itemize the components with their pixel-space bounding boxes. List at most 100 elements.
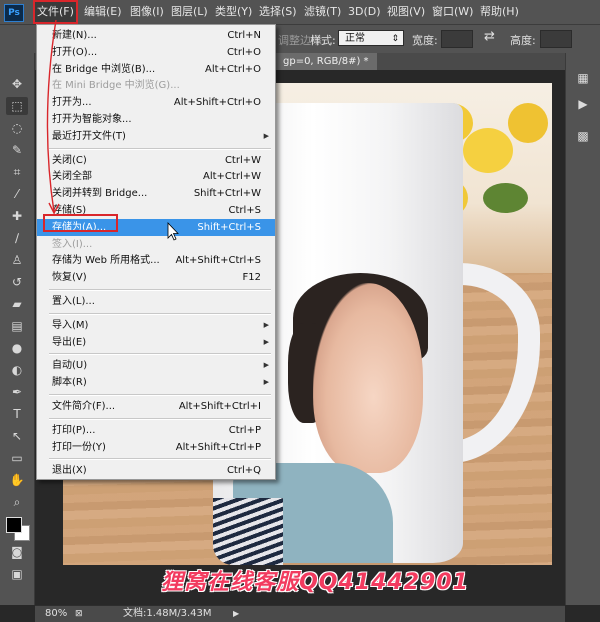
eraser-tool-icon[interactable]: ▰ <box>6 295 28 313</box>
height-label: 高度: <box>510 34 536 47</box>
menu-item-label: 自动(U) <box>52 360 88 372</box>
path-select-tool-icon[interactable]: ↖ <box>6 427 28 445</box>
file-menu-item[interactable]: 恢复(V) F12 <box>37 269 275 286</box>
file-menu-item[interactable]: 在 Bridge 中浏览(B)... Alt+Ctrl+O <box>37 61 275 78</box>
brush-tool-icon[interactable]: ∕ <box>6 229 28 247</box>
status-menu-arrow-icon[interactable]: ▶ <box>233 606 239 622</box>
status-icon: ⊠ <box>75 609 83 619</box>
history-brush-tool-icon[interactable]: ↺ <box>6 273 28 291</box>
file-menu-item[interactable]: 新建(N)... Ctrl+N <box>37 27 275 44</box>
swap-icon[interactable]: ⇄ <box>484 29 495 44</box>
document-tab[interactable]: gp=0, RGB/8#) * <box>275 53 377 70</box>
menu-separator <box>49 289 271 291</box>
file-menu-item: 签入(I)... <box>37 236 275 253</box>
menu-separator <box>49 147 271 150</box>
actions-panel-icon[interactable]: ▶ <box>574 95 592 113</box>
file-menu-item[interactable]: 自动(U) ▶ <box>37 357 275 374</box>
menu-3d[interactable]: 3D(D) <box>344 0 385 24</box>
file-menu-dropdown: 新建(N)... Ctrl+N 打开(O)... Ctrl+O 在 Bridge 中浏览… <box>36 24 276 480</box>
menu-filter[interactable]: 滤镜(T) <box>300 0 345 24</box>
height-field[interactable] <box>540 30 572 48</box>
menu-separator <box>49 417 271 420</box>
file-menu-item[interactable]: 退出(X) Ctrl+Q <box>37 462 275 479</box>
file-menu-item[interactable]: 最近打开文件(T) ▶ <box>37 128 275 145</box>
portrait-face <box>313 283 423 473</box>
file-menu-item[interactable]: 打印一份(Y) Alt+Shift+Ctrl+P <box>37 439 275 456</box>
document-info: 文档:1.48M/3.43M <box>123 608 212 619</box>
zoom-tool-icon[interactable]: ⌕ <box>6 493 28 511</box>
quick-select-tool-icon[interactable]: ✎ <box>6 141 28 159</box>
history-panel-icon[interactable]: ▦ <box>574 69 592 87</box>
healing-brush-tool-icon[interactable]: ✚ <box>6 207 28 225</box>
menu-item-label: 文件简介(F)... <box>52 401 116 412</box>
marquee-tool-icon[interactable]: ⬚ <box>6 97 28 115</box>
foreground-color-swatch[interactable] <box>6 517 22 533</box>
hand-tool-icon[interactable]: ✋ <box>6 471 28 489</box>
eyedropper-tool-icon[interactable]: ⁄ <box>6 185 28 203</box>
menu-view[interactable]: 视图(V) <box>383 0 429 24</box>
menu-item-label: 退出(X) <box>52 465 87 477</box>
menu-item-shortcut: Ctrl+O <box>226 46 261 58</box>
clone-stamp-tool-icon[interactable]: ♙ <box>6 251 28 269</box>
menu-item-label: 导出(E) <box>52 336 87 348</box>
quick-mask-icon[interactable]: ◙ <box>6 543 28 561</box>
shape-tool-icon[interactable]: ▭ <box>6 449 28 467</box>
menu-edit[interactable]: 编辑(E) <box>80 0 126 24</box>
photoshop-logo: Ps <box>4 4 24 22</box>
width-field[interactable] <box>441 30 473 48</box>
width-label: 宽度: <box>412 34 438 47</box>
move-tool-icon[interactable]: ✥ <box>6 75 28 93</box>
file-menu-item[interactable]: 打开为智能对象... <box>37 111 275 128</box>
crop-tool-icon[interactable]: ⌗ <box>6 163 28 181</box>
gradient-tool-icon[interactable]: ▤ <box>6 317 28 335</box>
file-menu-item[interactable]: 打开(O)... Ctrl+O <box>37 44 275 61</box>
file-menu-item[interactable]: 关闭(C) Ctrl+W <box>37 152 275 169</box>
annotation-highlight-box <box>43 214 118 232</box>
striped-clothing <box>213 498 283 565</box>
file-menu-item[interactable]: 关闭并转到 Bridge... Shift+Ctrl+W <box>37 185 275 202</box>
menu-separator <box>49 394 271 396</box>
dodge-tool-icon[interactable]: ◐ <box>6 361 28 379</box>
style-label: 样式: <box>310 34 336 47</box>
menu-separator <box>49 312 271 315</box>
menu-item-label: 在 Mini Bridge 中浏览(G)... <box>52 80 180 92</box>
file-menu-item: 在 Mini Bridge 中浏览(G)... <box>37 77 275 94</box>
file-menu-item[interactable]: 文件简介(F)... Alt+Shift+Ctrl+I <box>37 398 275 415</box>
file-menu-item[interactable]: 打印(P)... Ctrl+P <box>37 422 275 439</box>
menu-item-shortcut: Alt+Shift+Ctrl+S <box>175 255 261 267</box>
file-menu-item[interactable]: 打开为... Alt+Shift+Ctrl+O <box>37 94 275 111</box>
file-menu-item[interactable]: 存储为 Web 所用格式... Alt+Shift+Ctrl+S <box>37 252 275 269</box>
menu-file[interactable]: 文件(F) <box>33 0 78 24</box>
blur-tool-icon[interactable]: ● <box>6 339 28 357</box>
menu-item-label: 最近打开文件(T) <box>52 130 126 142</box>
menu-image[interactable]: 图像(I) <box>126 0 168 24</box>
menu-item-label: 在 Bridge 中浏览(B)... <box>52 63 156 75</box>
file-menu-item[interactable]: 导入(M) ▶ <box>37 317 275 334</box>
menu-item-label: 存储为 Web 所用格式... <box>52 255 160 267</box>
tools-panel: ✥ ⬚ ◌ ✎ ⌗ ⁄ ✚ ∕ ♙ ↺ ▰ ▤ ● ◐ ✒ T ↖ ▭ ✋ ⌕ … <box>0 53 35 605</box>
menu-item-label: 新建(N)... <box>52 30 97 41</box>
type-tool-icon[interactable]: T <box>6 405 28 423</box>
menu-item-shortcut: Ctrl+N <box>227 30 261 41</box>
menu-item-shortcut: Alt+Shift+Ctrl+I <box>178 401 261 412</box>
file-menu-item[interactable]: 脚本(R) ▶ <box>37 374 275 391</box>
file-menu-item[interactable]: 导出(E) ▶ <box>37 334 275 351</box>
menu-layer[interactable]: 图层(L) <box>167 0 212 24</box>
menu-window[interactable]: 窗口(W) <box>428 0 477 24</box>
lasso-tool-icon[interactable]: ◌ <box>6 119 28 137</box>
menu-help[interactable]: 帮助(H) <box>476 0 523 24</box>
menu-item-shortcut: Ctrl+W <box>224 154 261 166</box>
zoom-level[interactable]: 80% <box>45 606 67 622</box>
menu-type[interactable]: 类型(Y) <box>211 0 256 24</box>
menu-select[interactable]: 选择(S) <box>255 0 301 24</box>
file-menu-item[interactable]: 置入(L)... <box>37 293 275 310</box>
properties-panel-icon[interactable]: ▩ <box>574 127 592 145</box>
file-menu-item[interactable]: 关闭全部 Alt+Ctrl+W <box>37 168 275 185</box>
style-select[interactable]: 正常 ⇕ <box>338 30 404 46</box>
watermark-text: 狸窝在线客服QQ41442901 <box>161 570 469 595</box>
menu-item-label: 导入(M) <box>52 319 89 331</box>
leaves <box>483 183 528 213</box>
menu-item-label: 打印(P)... <box>52 424 96 436</box>
pen-tool-icon[interactable]: ✒ <box>6 383 28 401</box>
screen-mode-icon[interactable]: ▣ <box>6 565 28 583</box>
